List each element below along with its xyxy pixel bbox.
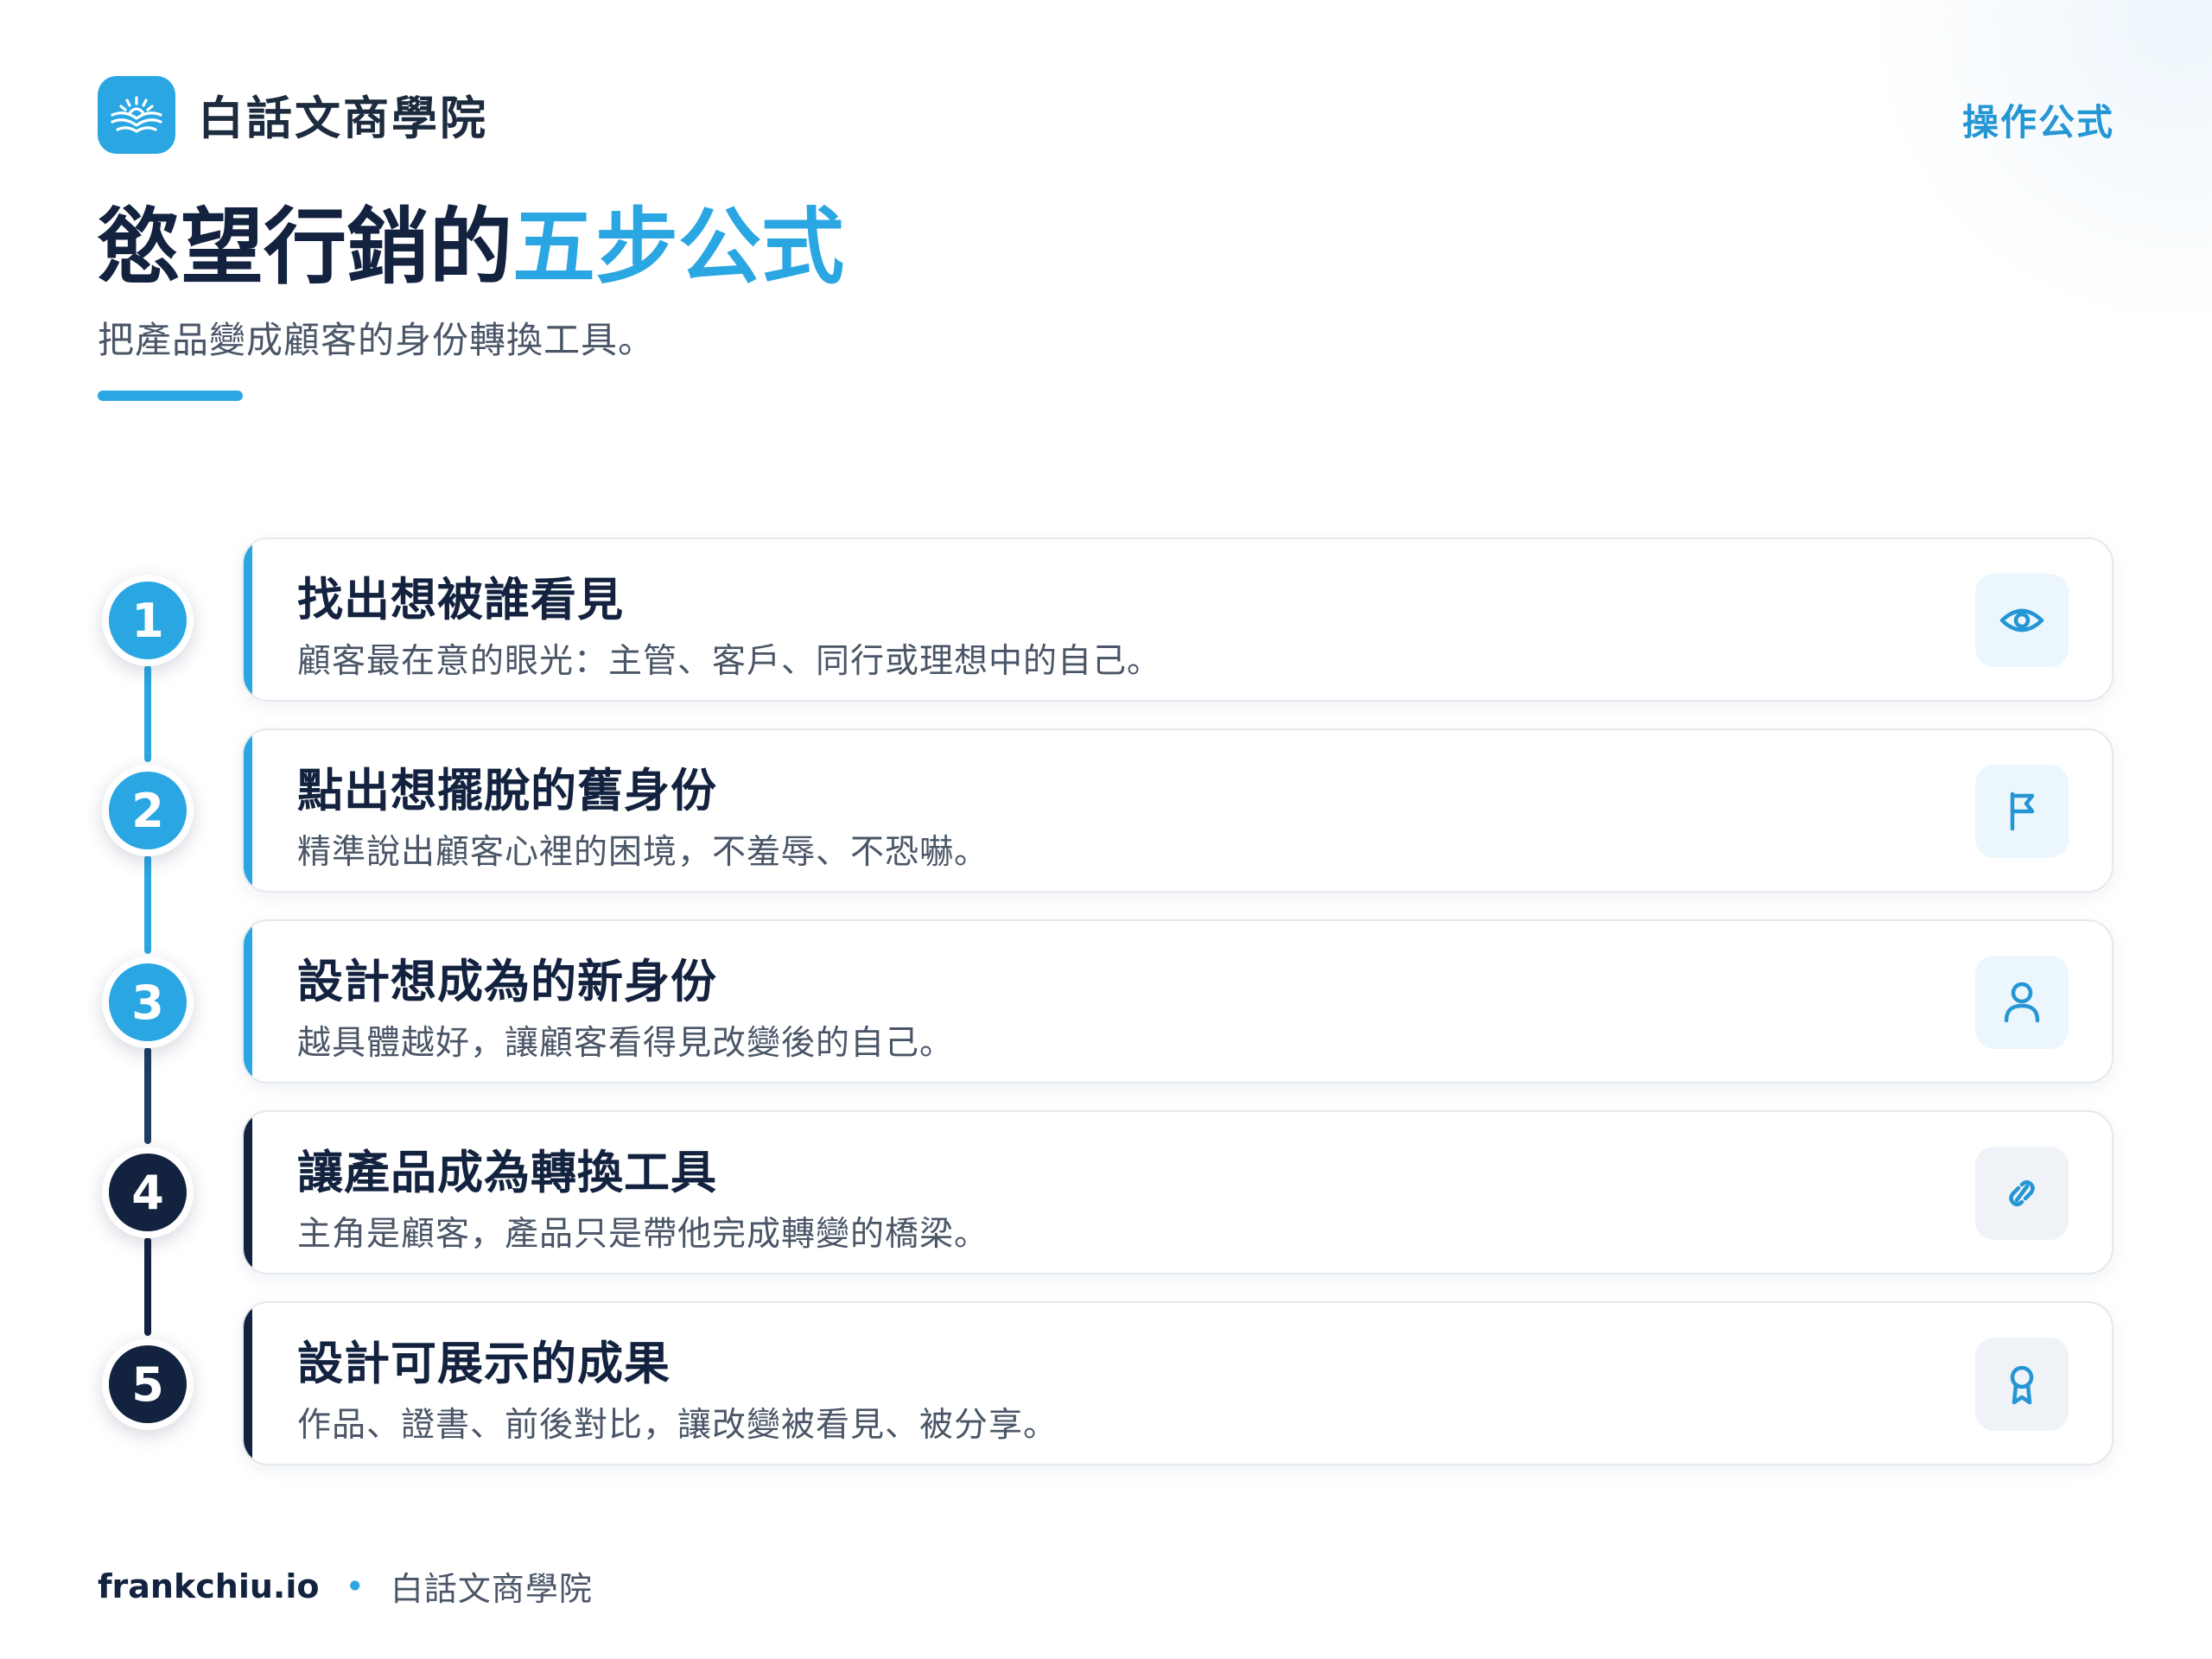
timeline-connector	[144, 1047, 151, 1144]
card-accent-bar	[244, 1303, 252, 1464]
step-description: 精準說出顧客心裡的困境，不羞辱、不恐嚇。	[297, 833, 989, 872]
user-icon	[1975, 956, 2069, 1049]
step-description: 越具體越好，讓顧客看得見改變後的自己。	[297, 1024, 955, 1063]
step-card: 找出想被誰看見 顧客最在意的眼光：主管、客戶、同行或理想中的自己。	[242, 537, 2113, 702]
step-title: 點出想擺脫的舊身份	[297, 765, 717, 817]
step-title: 設計可展示的成果	[297, 1338, 671, 1390]
step-card: 讓產品成為轉換工具 主角是顧客，產品只是帶他完成轉變的橋梁。	[242, 1110, 2113, 1274]
category-tag: 操作公式	[1961, 101, 2114, 143]
footer-website: frankchiu.io	[98, 1567, 320, 1605]
card-accent-bar	[244, 1112, 252, 1273]
page-subtitle: 把產品變成顧客的身份轉換工具。	[98, 319, 656, 361]
step-card: 點出想擺脫的舊身份 精準說出顧客心裡的困境，不羞辱、不恐嚇。	[242, 728, 2113, 893]
eye-icon	[1975, 574, 2069, 667]
timeline-connector	[144, 665, 151, 762]
step-title: 找出想被誰看見	[297, 574, 624, 626]
step-title: 設計想成為的新身份	[297, 956, 717, 1008]
card-accent-bar	[244, 730, 252, 891]
step-description: 顧客最在意的眼光：主管、客戶、同行或理想中的自己。	[297, 642, 1162, 681]
title-main: 慾望行銷的	[98, 199, 512, 296]
step-card: 設計想成為的新身份 越具體越好，讓顧客看得見改變後的自己。	[242, 919, 2113, 1084]
flag-icon	[1975, 765, 2069, 858]
step-description: 作品、證書、前後對比，讓改變被看見、被分享。	[297, 1406, 1058, 1445]
book-logo-icon	[98, 76, 175, 154]
timeline-connector	[144, 1237, 151, 1336]
title-underline	[98, 391, 243, 401]
slide: 白話文商學院 操作公式 慾望行銷的五步公式 把產品變成顧客的身份轉換工具。 1 …	[0, 0, 2212, 1659]
footer-brand-name: 白話文商學院	[390, 1570, 593, 1608]
step-number-badge: 3	[102, 957, 194, 1048]
step-number-badge: 4	[102, 1147, 194, 1238]
step-number-badge: 2	[102, 765, 194, 856]
footer: frankchiu.io • 白話文商學院	[98, 1562, 593, 1610]
step-number-badge: 1	[102, 575, 194, 666]
step-description: 主角是顧客，產品只是帶他完成轉變的橋梁。	[297, 1215, 989, 1254]
brand: 白話文商學院	[98, 76, 488, 154]
timeline-connector	[144, 855, 151, 954]
title-accent: 五步公式	[512, 199, 844, 296]
page-title: 慾望行銷的五步公式	[98, 197, 844, 297]
card-accent-bar	[244, 921, 252, 1082]
step-card: 設計可展示的成果 作品、證書、前後對比，讓改變被看見、被分享。	[242, 1301, 2113, 1465]
link-icon	[1975, 1147, 2069, 1240]
footer-separator: •	[345, 1567, 365, 1605]
step-title: 讓產品成為轉換工具	[297, 1147, 717, 1199]
award-icon	[1975, 1338, 2069, 1431]
brand-name: 白話文商學院	[198, 92, 488, 145]
step-number-badge: 5	[102, 1338, 194, 1430]
card-accent-bar	[244, 539, 252, 700]
